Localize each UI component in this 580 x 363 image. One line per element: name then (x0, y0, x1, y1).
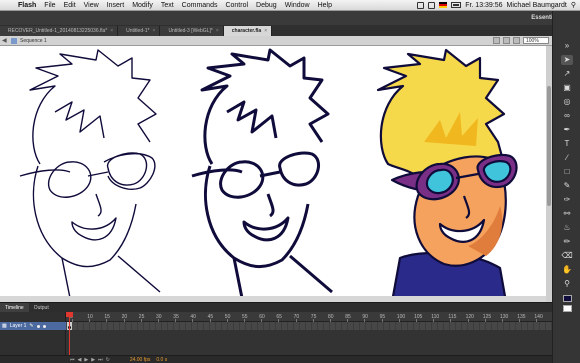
eyedropper-tool-icon[interactable]: ✏ (561, 237, 573, 247)
frame-ruler[interactable]: 5 10 15 20 25 30 35 40 45 50 55 60 65 70 75 80 85 90 95 100… (66, 312, 552, 322)
brush-tool-icon[interactable]: ✑ (561, 195, 573, 205)
user-name[interactable]: Michael Baumgardt (507, 2, 567, 9)
paint-bucket-tool-icon[interactable]: ♨ (561, 223, 573, 233)
document-tab-active[interactable]: character.fla × (223, 26, 273, 36)
timeline-controls: ⏮ ◀ ▶ ▶ ⏭ ↻ 24.00 fps 0.0 s (0, 355, 552, 363)
pen-tool-icon[interactable]: ✒ (561, 125, 573, 135)
layer-icon: ▩ (2, 323, 7, 329)
dropbox-icon[interactable] (417, 1, 425, 9)
fill-color-swatch[interactable] (563, 305, 572, 312)
menu-edit[interactable]: Edit (60, 2, 80, 9)
close-icon[interactable]: × (110, 28, 113, 34)
timeline-panel: ▩ Layer 1 ✎ 5 10 15 20 25 30 35 40 45 50 55 60 65 70 7… (0, 312, 552, 363)
stage[interactable] (0, 46, 546, 304)
battery-icon[interactable] (451, 2, 462, 8)
menu-window[interactable]: Window (281, 2, 314, 9)
menu-file[interactable]: File (40, 2, 59, 9)
edit-bar-controls: 100% (493, 37, 552, 44)
document-tab[interactable]: RECOVER_Untitled-1_20140813225036.fla* × (0, 26, 119, 36)
layer-name[interactable]: Layer 1 (10, 323, 27, 329)
timeline-tabs: Timeline Output (0, 302, 552, 313)
app-bar: Essentials ▾ (0, 11, 580, 25)
spotlight-icon[interactable]: ⚲ (571, 1, 576, 9)
3d-rotation-tool-icon[interactable]: ◎ (561, 97, 573, 107)
collapse-panel-icon[interactable]: » (561, 41, 573, 51)
tab-label: Untitled-1* (126, 28, 150, 34)
menu-debug[interactable]: Debug (252, 2, 281, 9)
rectangle-tool-icon[interactable]: □ (561, 167, 573, 177)
close-icon[interactable]: × (264, 28, 267, 34)
tab-output[interactable]: Output (29, 303, 54, 313)
stroke-color-swatch[interactable] (563, 295, 572, 302)
last-frame-icon[interactable]: ⏭ (98, 357, 103, 363)
center-stage-icon[interactable] (513, 37, 520, 44)
character-outline-thin (19, 49, 161, 299)
document-tabs: RECOVER_Untitled-1_20140813225036.fla* × … (0, 25, 552, 36)
frame-rate[interactable]: 24.00 fps (130, 357, 151, 363)
layer-row[interactable]: ▩ Layer 1 ✎ (0, 322, 66, 330)
stage-artwork (19, 48, 518, 304)
play-icon[interactable]: ▶ (84, 357, 88, 363)
close-icon[interactable]: × (153, 28, 156, 34)
menu-insert[interactable]: Insert (103, 2, 129, 9)
menu-control[interactable]: Control (221, 2, 252, 9)
edit-bar: ◀ Sequence 1 100% (0, 36, 552, 46)
tab-label: character.fla (231, 28, 262, 34)
scrollbar-thumb[interactable] (547, 86, 551, 206)
layer-frames-row[interactable] (66, 322, 552, 330)
step-back-icon[interactable]: ◀ (78, 357, 82, 363)
first-frame-icon[interactable]: ⏮ (70, 357, 75, 363)
tab-label: RECOVER_Untitled-1_20140813225036.fla* (8, 28, 108, 34)
subselection-tool-icon[interactable]: ↗ (561, 69, 573, 79)
menu-text[interactable]: Text (157, 2, 178, 9)
line-tool-icon[interactable]: ∕ (561, 153, 573, 163)
pencil-tool-icon[interactable]: ✎ (561, 181, 573, 191)
back-arrow-icon[interactable]: ◀ (2, 37, 8, 44)
character-colored (376, 48, 518, 304)
pencil-icon: ✎ (29, 323, 34, 329)
status-area: Fr. 13:39:56 Michael Baumgardt ⚲ (417, 1, 580, 9)
playback-controls: ⏮ ◀ ▶ ▶ ⏭ ↻ (0, 357, 110, 363)
stage-vertical-scrollbar[interactable] (546, 46, 552, 302)
free-transform-tool-icon[interactable]: ▣ (561, 83, 573, 93)
wifi-icon[interactable] (428, 1, 436, 9)
edit-symbols-icon[interactable] (503, 37, 510, 44)
eraser-tool-icon[interactable]: ⌫ (561, 251, 573, 261)
clock[interactable]: Fr. 13:39:56 (465, 2, 502, 9)
bone-tool-icon[interactable]: ⚯ (561, 209, 573, 219)
menu-bar: Flash File Edit View Insert Modify Text … (0, 0, 580, 11)
lock-dot-icon[interactable] (42, 324, 46, 328)
visibility-dot-icon[interactable] (36, 324, 40, 328)
text-tool-icon[interactable]: T (561, 139, 573, 149)
loop-icon[interactable]: ↻ (106, 357, 110, 363)
lasso-tool-icon[interactable]: ∞ (561, 111, 573, 121)
step-forward-icon[interactable]: ▶ (91, 357, 95, 363)
character-outline-ink (191, 48, 333, 299)
zoom-select[interactable]: 100% (523, 37, 549, 44)
document-tab[interactable]: Untitled-1* × (118, 26, 161, 36)
menu-view[interactable]: View (80, 2, 103, 9)
document-tab[interactable]: Untitled-3 [WebGL]* × (160, 26, 224, 36)
scene-icon (11, 37, 17, 44)
tab-label: Untitled-3 [WebGL]* (168, 28, 213, 34)
menu-modify[interactable]: Modify (128, 2, 157, 9)
menu-app-name[interactable]: Flash (14, 2, 40, 9)
elapsed-time[interactable]: 0.0 s (156, 357, 167, 363)
selection-tool-icon[interactable]: ➤ (561, 55, 573, 65)
scene-name[interactable]: Sequence 1 (20, 38, 47, 44)
close-icon[interactable]: × (216, 28, 219, 34)
input-source-flag-icon[interactable] (439, 2, 448, 8)
edit-scene-icon[interactable] (493, 37, 500, 44)
zoom-tool-icon[interactable]: ⚲ (561, 279, 573, 289)
tools-panel: » ➤ ↗ ▣ ◎ ∞ ✒ T ∕ □ ✎ ✑ ⚯ ♨ ✏ ⌫ ✋ ⚲ (552, 11, 580, 363)
menu-help[interactable]: Help (314, 2, 336, 9)
menu-commands[interactable]: Commands (178, 2, 222, 9)
tab-timeline[interactable]: Timeline (0, 302, 29, 313)
hand-tool-icon[interactable]: ✋ (561, 265, 573, 275)
